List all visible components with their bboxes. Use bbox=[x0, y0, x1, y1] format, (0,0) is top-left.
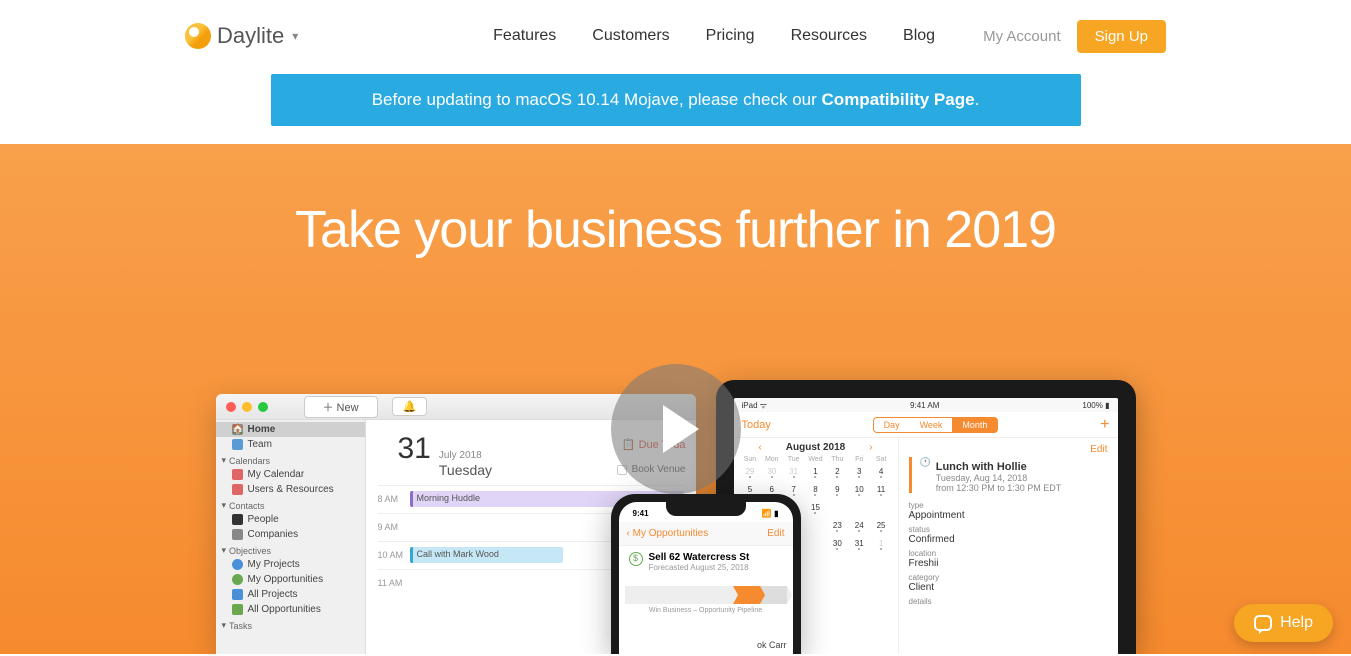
play-icon bbox=[663, 405, 699, 453]
sidebar-item-my-projects: My Projects bbox=[216, 557, 365, 572]
banner-prefix: Before updating to macOS 10.14 Mojave, p… bbox=[372, 90, 822, 109]
nav-resources[interactable]: Resources bbox=[791, 27, 867, 45]
sidebar-item-my-opportunities: My Opportunities bbox=[216, 572, 365, 587]
close-dot-icon bbox=[226, 402, 236, 412]
date-weekday: Tuesday bbox=[439, 462, 492, 479]
logo-icon bbox=[185, 23, 211, 49]
chat-bubble-icon bbox=[1254, 615, 1272, 631]
help-label: Help bbox=[1280, 614, 1313, 632]
banner-suffix: . bbox=[975, 90, 980, 109]
iphone-device: 9:41📶 ▮ ‹ My Opportunities Edit $ Sell 6… bbox=[611, 494, 801, 654]
event-call-mark: Call with Mark Wood bbox=[410, 547, 563, 563]
nav-features[interactable]: Features bbox=[493, 27, 556, 45]
site-header: Daylite ▾ Features Customers Pricing Res… bbox=[0, 0, 1351, 72]
new-button: ＋ New bbox=[304, 396, 378, 418]
nav-customers[interactable]: Customers bbox=[592, 27, 669, 45]
sidebar-item-my-calendar: My Calendar bbox=[216, 467, 365, 482]
sidebar-item-all-opportunities: All Opportunities bbox=[216, 602, 365, 617]
bell-icon: 🔔 bbox=[392, 397, 428, 416]
iphone-edit-link: Edit bbox=[767, 528, 784, 539]
iphone-back-link: ‹ My Opportunities bbox=[627, 528, 709, 539]
seg-month: Month bbox=[952, 418, 997, 432]
brand-logo[interactable]: Daylite ▾ bbox=[185, 23, 298, 49]
sidebar-head-tasks: ▾ Tasks bbox=[216, 617, 365, 632]
cal-prev-icon: ‹ bbox=[758, 442, 761, 453]
hero-headline: Take your business further in 2019 bbox=[0, 200, 1351, 260]
nav-pricing[interactable]: Pricing bbox=[706, 27, 755, 45]
hero-section: Take your business further in 2019 ＋ New… bbox=[0, 144, 1351, 654]
main-nav: Features Customers Pricing Resources Blo… bbox=[493, 27, 935, 45]
sidebar-head-contacts: ▾ Contacts bbox=[216, 497, 365, 512]
ipad-view-segment: Day Week Month bbox=[873, 417, 999, 433]
opportunity-pipeline bbox=[625, 586, 787, 604]
seg-day: Day bbox=[874, 418, 910, 432]
zoom-dot-icon bbox=[258, 402, 268, 412]
mac-sidebar: 🏠Home Team ▾ Calendars My Calendar Users… bbox=[216, 420, 366, 654]
chevron-down-icon: ▾ bbox=[292, 29, 298, 43]
event-title: Lunch with Hollie bbox=[936, 461, 1062, 473]
date-day: 31 bbox=[398, 432, 431, 466]
banner-link: Compatibility Page bbox=[822, 90, 975, 109]
cal-next-icon: › bbox=[869, 442, 872, 453]
iphone-notch bbox=[666, 502, 746, 516]
compatibility-banner[interactable]: Before updating to macOS 10.14 Mojave, p… bbox=[271, 74, 1081, 126]
play-video-button[interactable] bbox=[611, 364, 741, 494]
sidebar-item-home: 🏠Home bbox=[216, 422, 365, 437]
brand-name: Daylite bbox=[217, 23, 284, 49]
iphone-header: ‹ My Opportunities Edit bbox=[619, 522, 793, 546]
sidebar-item-companies: Companies bbox=[216, 527, 365, 542]
ipad-today-link: Today bbox=[742, 419, 771, 431]
my-account-link[interactable]: My Account bbox=[983, 28, 1061, 45]
date-month: July 2018 bbox=[439, 450, 492, 462]
account-area: My Account Sign Up bbox=[983, 20, 1166, 53]
seg-week: Week bbox=[910, 418, 953, 432]
ipad-event-detail: Edit 🕐 Lunch with Hollie Tuesday, Aug 14… bbox=[899, 438, 1118, 654]
iphone-opportunity-card: $ Sell 62 Watercress St Forecasted Augus… bbox=[619, 546, 793, 578]
sidebar-item-team: Team bbox=[216, 437, 365, 452]
minimize-dot-icon bbox=[242, 402, 252, 412]
ipad-statusbar: iPad ᯤ9:41 AM100% ▮ bbox=[734, 398, 1118, 412]
ipad-header: Today Day Week Month + bbox=[734, 412, 1118, 438]
sidebar-head-objectives: ▾ Objectives bbox=[216, 542, 365, 557]
ipad-add-icon: + bbox=[1100, 416, 1109, 434]
nav-blog[interactable]: Blog bbox=[903, 27, 935, 45]
sidebar-item-people: People bbox=[216, 512, 365, 527]
ipad-edit-link: Edit bbox=[909, 444, 1108, 455]
signup-button[interactable]: Sign Up bbox=[1077, 20, 1166, 53]
help-widget[interactable]: Help bbox=[1234, 604, 1333, 642]
sidebar-item-users-resources: Users & Resources bbox=[216, 482, 365, 497]
sidebar-head-calendars: ▾ Calendars bbox=[216, 452, 365, 467]
iphone-contact-snippet: ok Carr bbox=[757, 640, 787, 650]
sidebar-item-all-projects: All Projects bbox=[216, 587, 365, 602]
